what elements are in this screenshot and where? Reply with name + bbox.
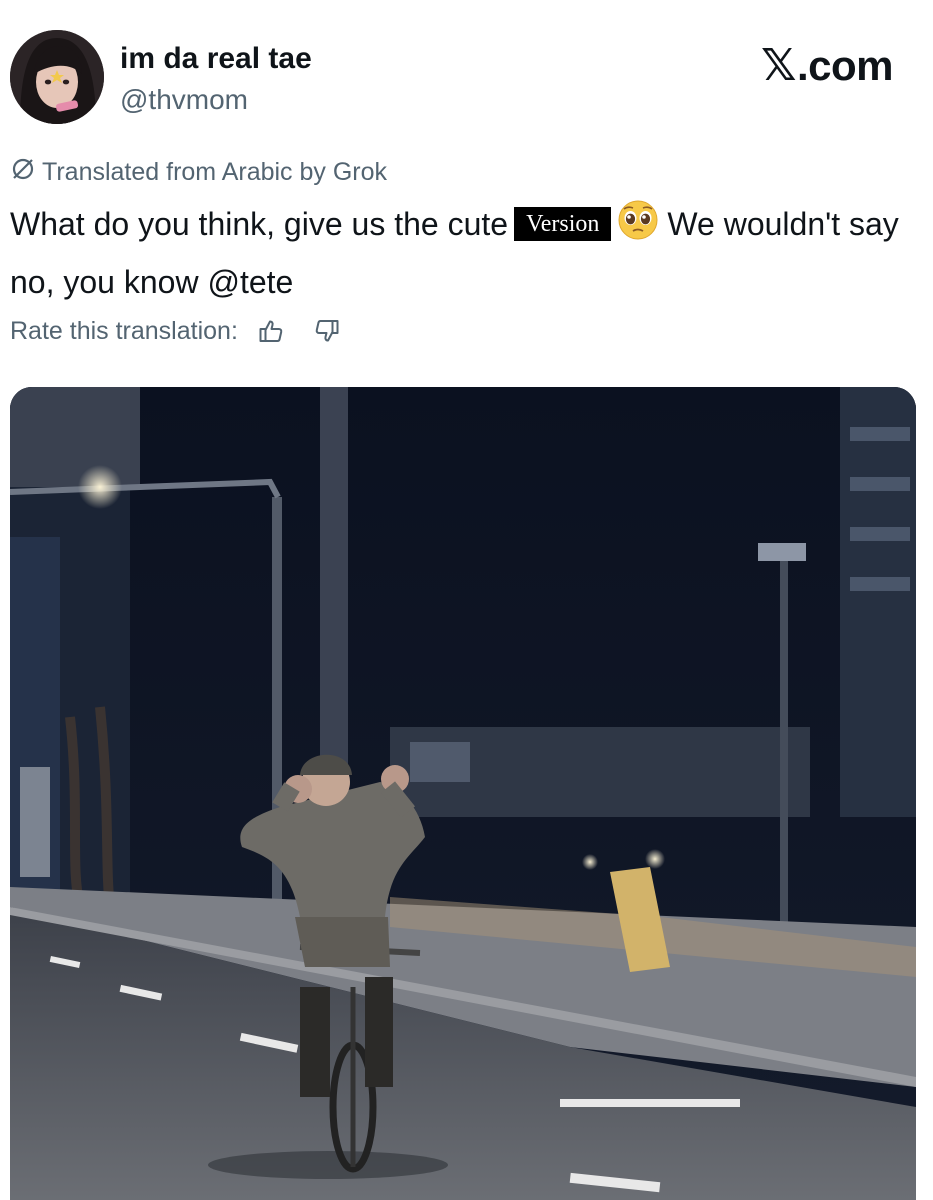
thumbs-down-icon[interactable] bbox=[312, 316, 342, 346]
translate-slash-icon bbox=[10, 156, 36, 189]
rate-translation: Rate this translation: bbox=[10, 316, 342, 346]
rate-translation-label: Rate this translation: bbox=[10, 316, 238, 345]
brand-logo: 𝕏 .com bbox=[761, 40, 893, 91]
profile-photo bbox=[10, 30, 104, 124]
version-overlay: Version bbox=[514, 207, 612, 241]
tweet-video[interactable] bbox=[10, 387, 916, 1200]
brand-label: .com bbox=[796, 41, 894, 89]
translation-note-text: Translated from Arabic by Grok bbox=[42, 158, 388, 186]
night-street-cyclist-frame bbox=[10, 387, 916, 1200]
display-name[interactable]: im da real tae bbox=[120, 42, 312, 76]
avatar[interactable] bbox=[10, 30, 104, 124]
user-handle[interactable]: @thvmom bbox=[120, 84, 248, 116]
translation-note: Translated from Arabic by Grok bbox=[10, 156, 387, 189]
tweet-text: What do you think, give us the cute Versi… bbox=[10, 198, 910, 308]
tweet-text-part1: What do you think, give us the cute bbox=[10, 206, 509, 242]
thumbs-up-icon[interactable] bbox=[256, 316, 286, 346]
pleading-face-emoji bbox=[617, 199, 659, 256]
x-logo-icon: 𝕏 bbox=[761, 41, 796, 90]
